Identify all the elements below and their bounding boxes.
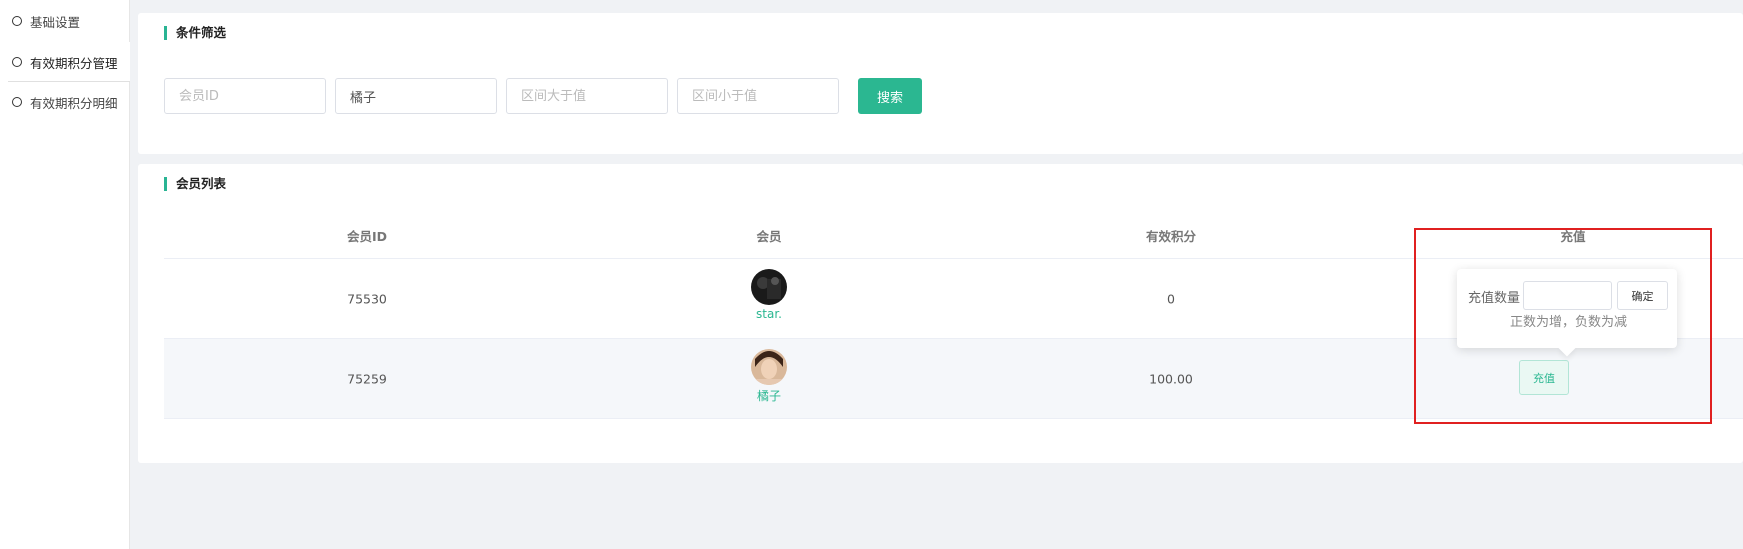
sidebar-item-label: 有效期积分管理 [30, 55, 118, 71]
member-id-cell: 75259 [347, 371, 387, 387]
circle-icon [12, 97, 22, 107]
avatar [751, 269, 787, 305]
member-name-link[interactable]: star. [729, 307, 809, 321]
filter-title: 条件筛选 [164, 26, 226, 40]
circle-icon [12, 57, 22, 67]
table-row: 75259 橘子 100.00 [164, 339, 1743, 419]
member-name-link[interactable]: 橘子 [729, 387, 809, 404]
sidebar-item-label: 基础设置 [30, 14, 81, 30]
recharge-amount-input[interactable] [1523, 281, 1612, 310]
sidebar-item-points-details[interactable]: 有效期积分明细 [0, 82, 130, 122]
points-cell: 100.00 [1149, 371, 1193, 387]
sidebar-item-basic-settings[interactable]: 基础设置 [0, 1, 130, 41]
range-min-input[interactable] [506, 78, 668, 114]
member-name-input[interactable] [335, 78, 497, 114]
column-header-member-id: 会员ID [346, 229, 388, 244]
member-id-cell: 75530 [347, 291, 387, 307]
range-max-input[interactable] [677, 78, 839, 114]
sidebar-item-label: 有效期积分明细 [30, 95, 118, 111]
column-header-member: 会员 [756, 229, 782, 244]
column-header-recharge: 充值 [1560, 229, 1586, 244]
circle-icon [12, 16, 22, 26]
sidebar-item-points-management[interactable]: 有效期积分管理 [0, 42, 130, 82]
search-button[interactable]: 搜索 [858, 78, 922, 114]
points-cell: 0 [1167, 291, 1175, 307]
sidebar: 基础设置 有效期积分管理 有效期积分明细 [0, 0, 130, 549]
list-title: 会员列表 [164, 177, 226, 191]
member-id-input[interactable] [164, 78, 326, 114]
filter-card: 条件筛选 搜索 [138, 13, 1743, 154]
member-cell: 橘子 [729, 349, 809, 404]
column-header-points: 有效积分 [1145, 229, 1197, 244]
recharge-button[interactable]: 充值 [1519, 360, 1569, 395]
avatar [751, 349, 787, 385]
recharge-hint: 正数为增，负数为减 [1510, 315, 1628, 330]
confirm-button[interactable]: 确定 [1617, 281, 1668, 310]
member-cell: star. [729, 269, 809, 321]
recharge-popover: 充值数量 确定 正数为增，负数为减 [1457, 269, 1677, 348]
recharge-amount-label: 充值数量 [1468, 291, 1521, 306]
